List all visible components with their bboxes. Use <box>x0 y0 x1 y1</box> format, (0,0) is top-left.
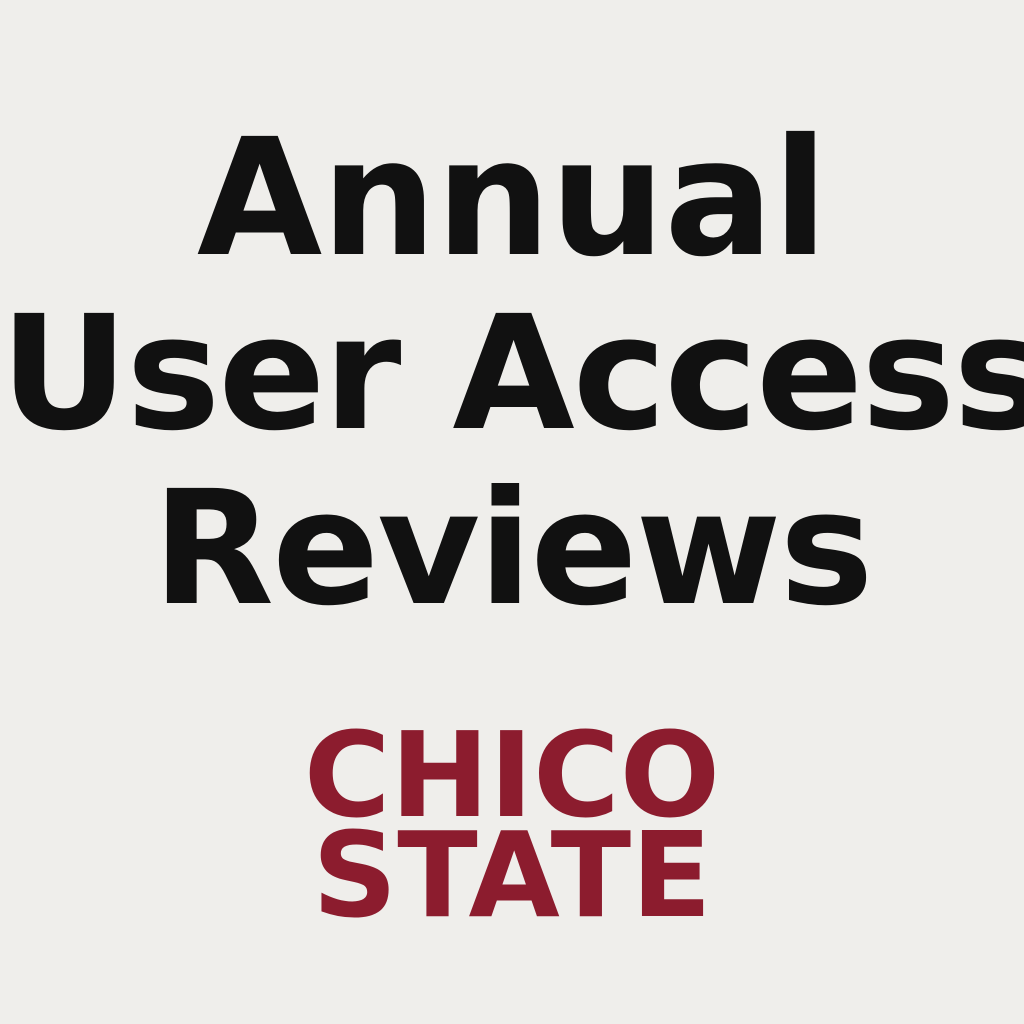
title-line-reviews: Reviews <box>152 457 873 641</box>
chico-state-logo: CHICO STATE <box>0 716 1024 944</box>
logo-line-state: STATE <box>312 806 712 944</box>
title-line-annual: Annual <box>196 105 828 293</box>
title-line-user-access: User Access <box>0 282 1024 466</box>
page-title: Annual User Access Reviews <box>0 112 1024 637</box>
